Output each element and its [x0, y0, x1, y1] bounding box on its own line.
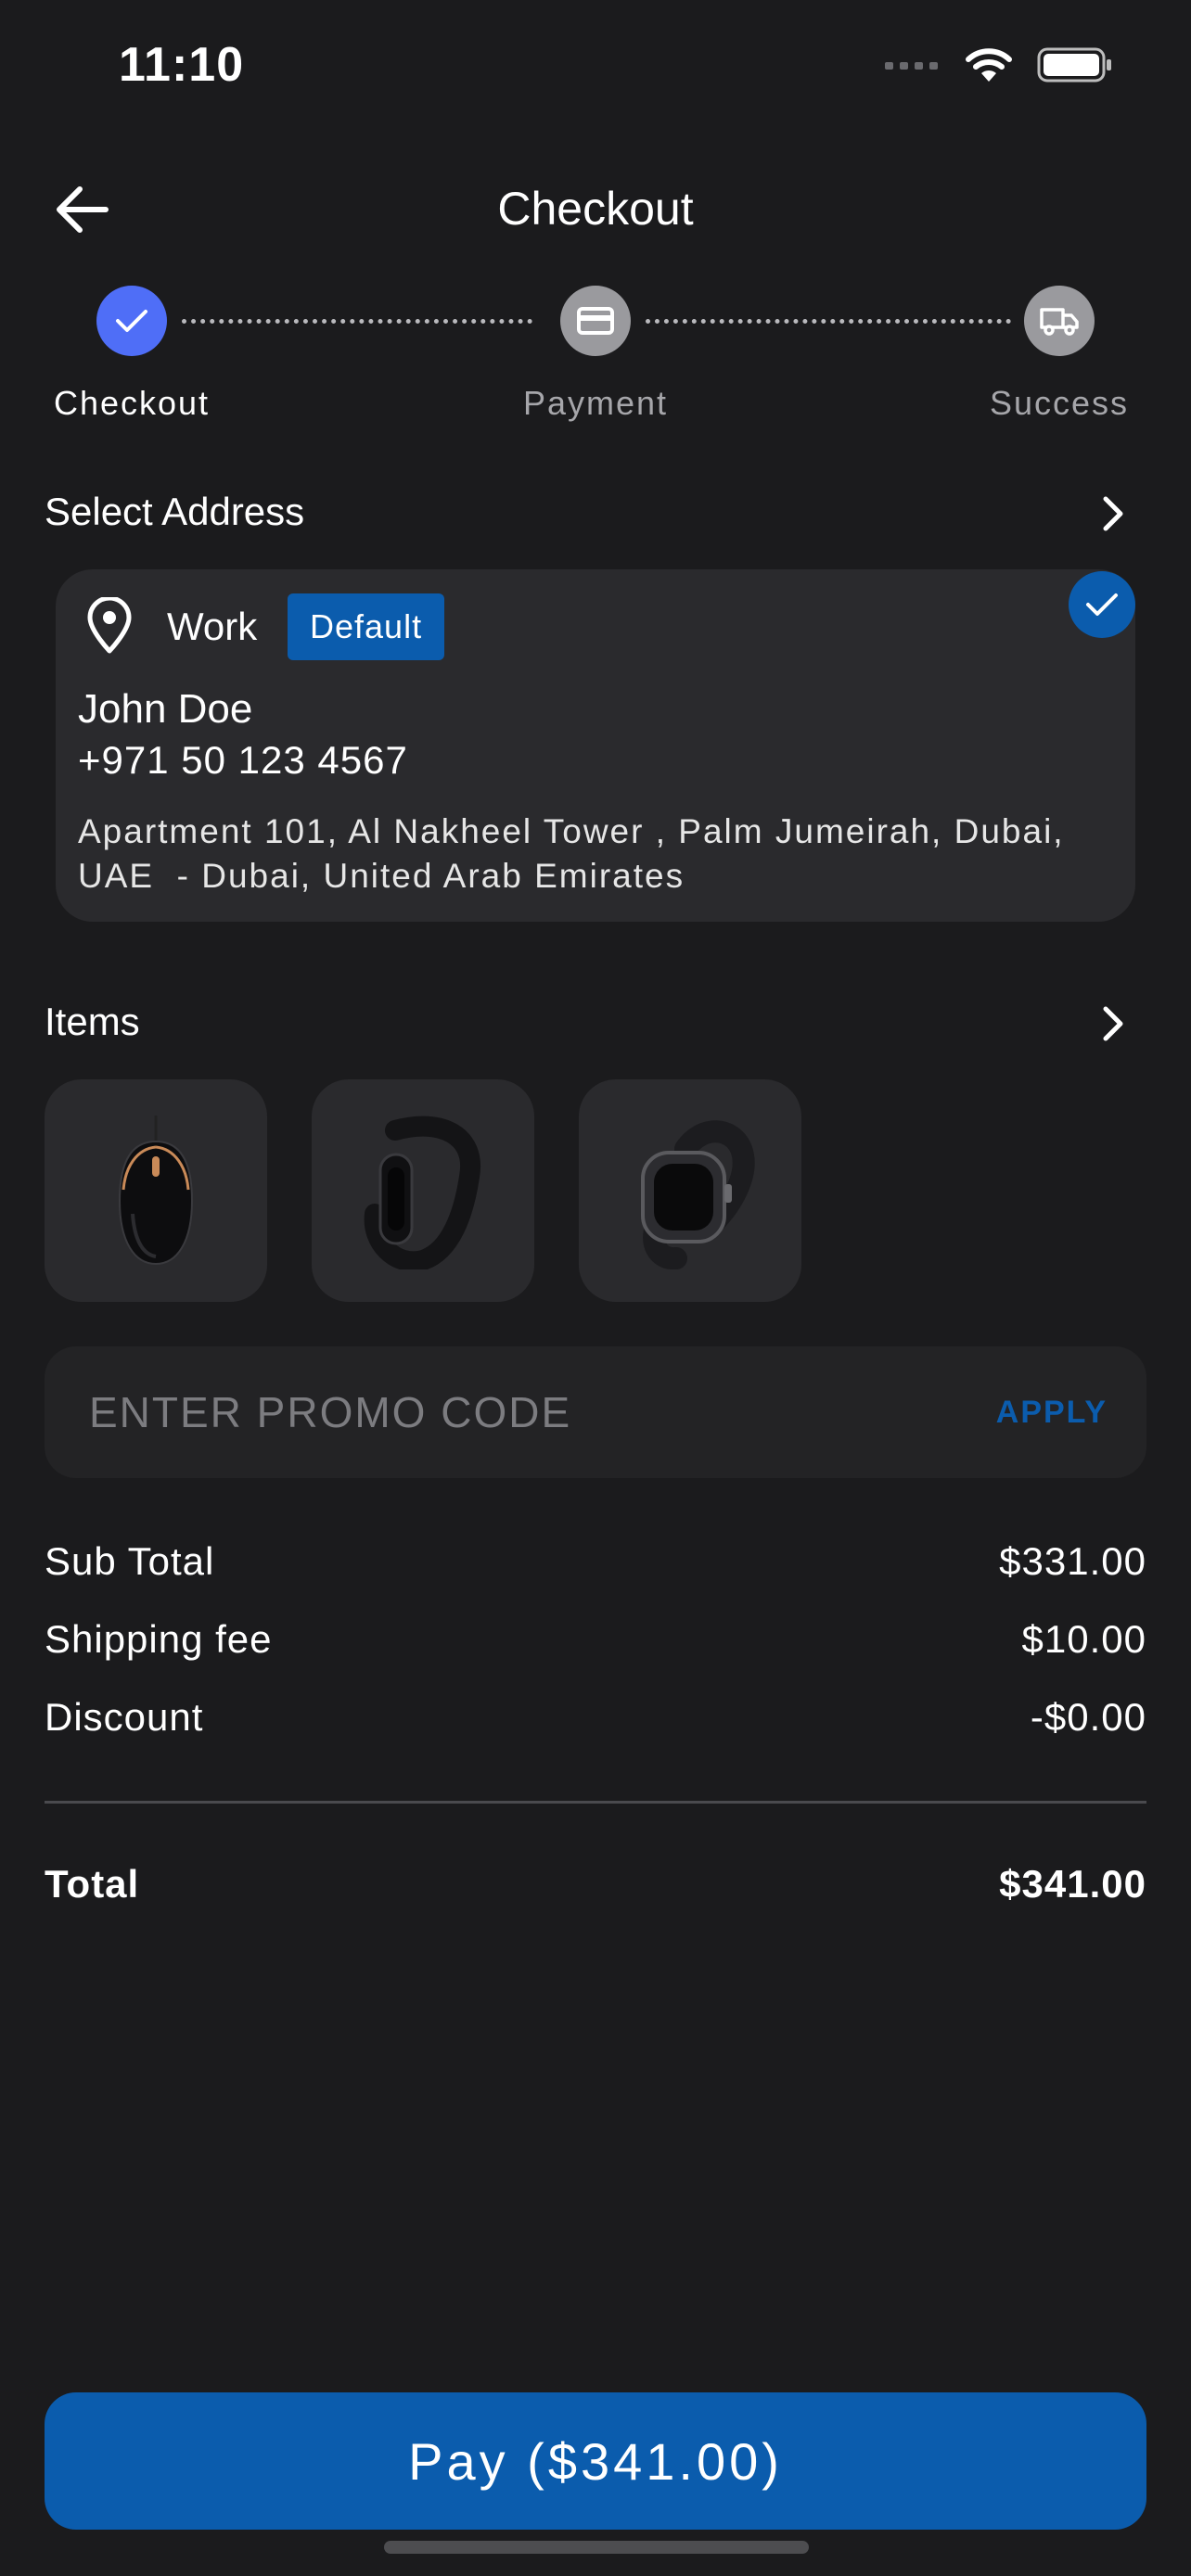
discount-value: -$0.00	[1030, 1695, 1146, 1739]
discount-row: Discount -$0.00	[45, 1695, 1146, 1740]
signal-icon	[885, 62, 938, 70]
discount-label: Discount	[45, 1695, 204, 1739]
chevron-right-icon	[1103, 1006, 1123, 1041]
home-indicator	[384, 2541, 809, 2554]
smartwatch-icon	[641, 1120, 755, 1269]
items-chevron[interactable]	[1087, 998, 1139, 1050]
promo-code-input[interactable]	[89, 1387, 924, 1437]
apply-promo-button[interactable]: APPLY	[996, 1395, 1108, 1431]
truck-icon	[1040, 308, 1079, 336]
status-icons	[885, 46, 1113, 83]
item-tile-mouse[interactable]	[45, 1079, 267, 1302]
address-phone: +971 50 123 4567	[78, 738, 408, 782]
gaming-mouse-icon	[118, 1116, 194, 1266]
fitness-band-icon	[364, 1116, 481, 1269]
address-type: Work	[167, 605, 258, 648]
step-success-indicator	[1024, 286, 1095, 356]
subtotal-value: $331.00	[999, 1539, 1146, 1583]
location-pin-icon	[85, 595, 134, 659]
summary-divider	[45, 1801, 1146, 1804]
subtotal-label: Sub Total	[45, 1539, 215, 1583]
select-address-chevron[interactable]	[1087, 488, 1139, 540]
subtotal-row: Sub Total $331.00	[45, 1539, 1146, 1584]
stepper-connector-2	[646, 319, 1011, 324]
total-value: $341.00	[999, 1862, 1146, 1906]
step-label-payment: Payment	[522, 384, 669, 422]
check-icon	[116, 310, 147, 332]
address-line-2: UAE - Dubai, United Arab Emirates	[78, 857, 685, 895]
item-tile-fitness-band[interactable]	[312, 1079, 534, 1302]
promo-code-box: APPLY	[45, 1346, 1146, 1478]
step-payment-indicator	[560, 286, 631, 356]
shipping-label: Shipping fee	[45, 1617, 273, 1661]
status-time: 11:10	[119, 38, 245, 92]
check-icon	[1086, 593, 1118, 616]
address-name: John Doe	[78, 686, 253, 732]
chevron-right-icon	[1103, 496, 1123, 531]
total-label: Total	[45, 1862, 140, 1906]
items-title: Items	[45, 1000, 140, 1043]
stepper-connector-1	[182, 319, 532, 324]
credit-card-icon	[577, 307, 614, 335]
battery-icon	[1037, 47, 1111, 83]
address-line-1: Apartment 101, Al Nakheel Tower , Palm J…	[78, 812, 1065, 850]
pay-button[interactable]: Pay ($341.00)	[45, 2392, 1146, 2530]
select-address-title: Select Address	[45, 490, 305, 533]
default-badge: Default	[288, 593, 445, 660]
wifi-icon	[966, 48, 1012, 82]
shipping-value: $10.00	[1021, 1617, 1146, 1661]
shipping-row: Shipping fee $10.00	[45, 1617, 1146, 1662]
total-row: Total $341.00	[45, 1862, 1146, 1906]
step-label-success: Success	[989, 384, 1130, 422]
page-title: Checkout	[497, 183, 694, 235]
step-checkout-indicator	[96, 286, 167, 356]
item-tile-smartwatch[interactable]	[579, 1079, 801, 1302]
step-label-checkout: Checkout	[53, 384, 211, 422]
address-selected-badge	[1069, 571, 1135, 638]
